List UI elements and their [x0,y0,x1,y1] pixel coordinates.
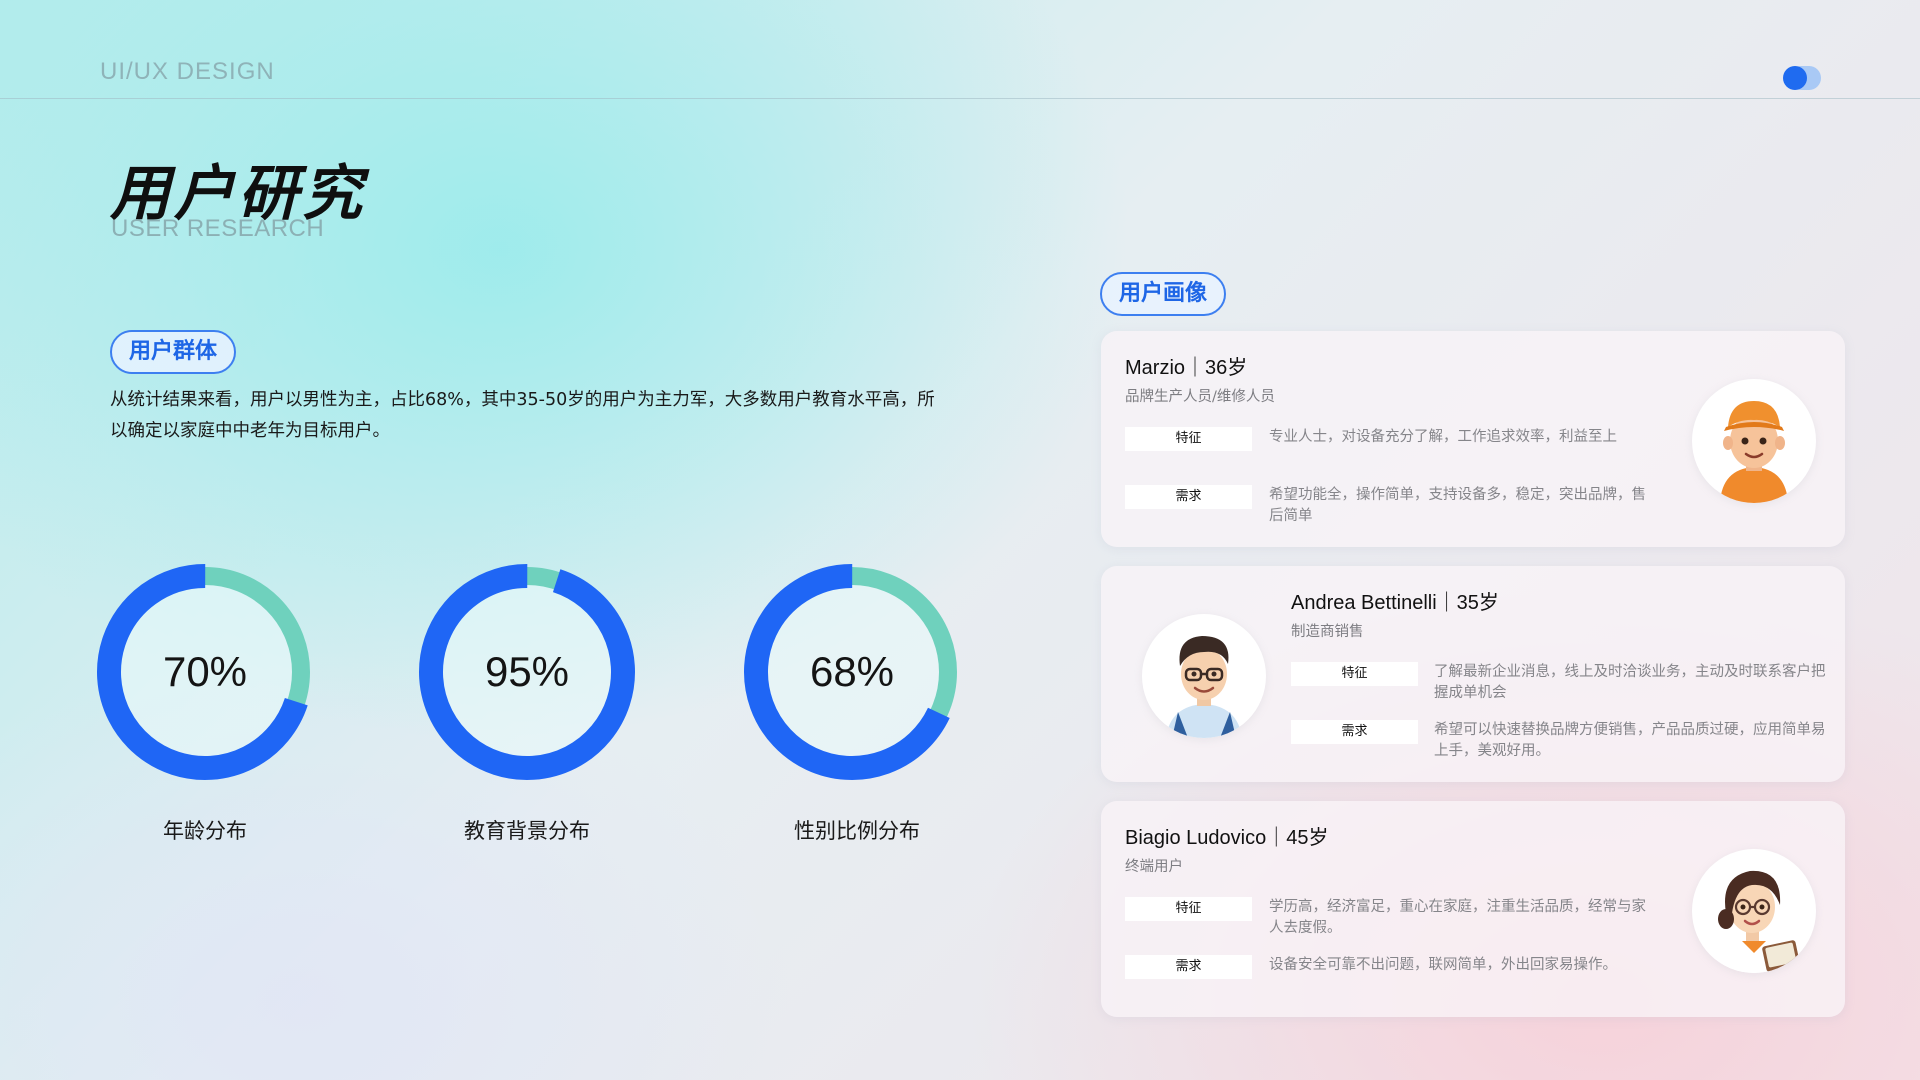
personas-pill: 用户画像 [1100,272,1226,316]
persona-name: Andrea Bettinelli｜35岁 [1291,592,1499,614]
ring-value: 95% [484,648,570,695]
user-group-description: 从统计结果来看，用户以男性为主，占比68%，其中35-50岁的用户为主力军，大多… [110,390,935,441]
persona-role: 制造商销售 [1291,624,1364,640]
header-brand: UI/UX DESIGN [100,58,275,85]
traits-tag: 特征 [1125,427,1252,451]
persona-traits: 学历高，经济富足，重心在家庭，注重生活品质，经常与家人去度假。 [1269,899,1646,936]
worker-avatar-icon [1692,379,1816,503]
needs-tag: 需求 [1291,720,1418,744]
ring-chart-age: 70% [95,562,315,782]
header-divider [0,98,1920,99]
ring-chart-gender: 68% [742,562,962,782]
ring-caption-education: 教育背景分布 [464,819,590,843]
traits-tag: 特征 [1125,897,1252,921]
needs-tag: 需求 [1125,955,1252,979]
persona-traits: 了解最新企业消息，线上及时洽谈业务，主动及时联系客户把握成单机会 [1434,664,1826,701]
salesman-avatar-icon [1142,614,1266,738]
theme-toggle[interactable] [1783,66,1821,90]
page-subtitle: USER RESEARCH [111,215,325,242]
user-group-pill: 用户群体 [110,330,236,374]
persona-role: 品牌生产人员/维修人员 [1125,389,1275,405]
persona-card: Andrea Bettinelli｜35岁 制造商销售 特征 了解最新企业消息，… [1101,566,1845,782]
needs-tag: 需求 [1125,485,1252,509]
persona-traits: 专业人士，对设备充分了解，工作追求效率，利益至上 [1269,429,1617,445]
persona-needs: 希望功能全，操作简单，支持设备多，稳定，突出品牌，售后简单 [1269,487,1646,524]
ring-chart-education: 95% [417,562,637,782]
persona-needs: 设备安全可靠不出问题，联网简单，外出回家易操作。 [1269,957,1617,973]
persona-name: Biagio Ludovico｜45岁 [1125,827,1329,849]
ring-value: 68% [809,648,895,695]
persona-role: 终端用户 [1125,859,1183,875]
ring-caption-gender: 性别比例分布 [794,819,920,843]
persona-name: Marzio｜36岁 [1125,357,1248,379]
persona-card: Biagio Ludovico｜45岁 终端用户 特征 学历高，经济富足，重心在… [1101,801,1845,1017]
ring-caption-age: 年龄分布 [163,819,247,843]
toggle-knob [1783,66,1807,90]
ring-value: 70% [162,648,248,695]
persona-needs: 希望可以快速替换品牌方便销售，产品品质过硬，应用简单易上手，美观好用。 [1434,722,1826,759]
reader-avatar-icon [1692,849,1816,973]
persona-card: Marzio｜36岁 品牌生产人员/维修人员 特征 专业人士，对设备充分了解，工… [1101,331,1845,547]
traits-tag: 特征 [1291,662,1418,686]
